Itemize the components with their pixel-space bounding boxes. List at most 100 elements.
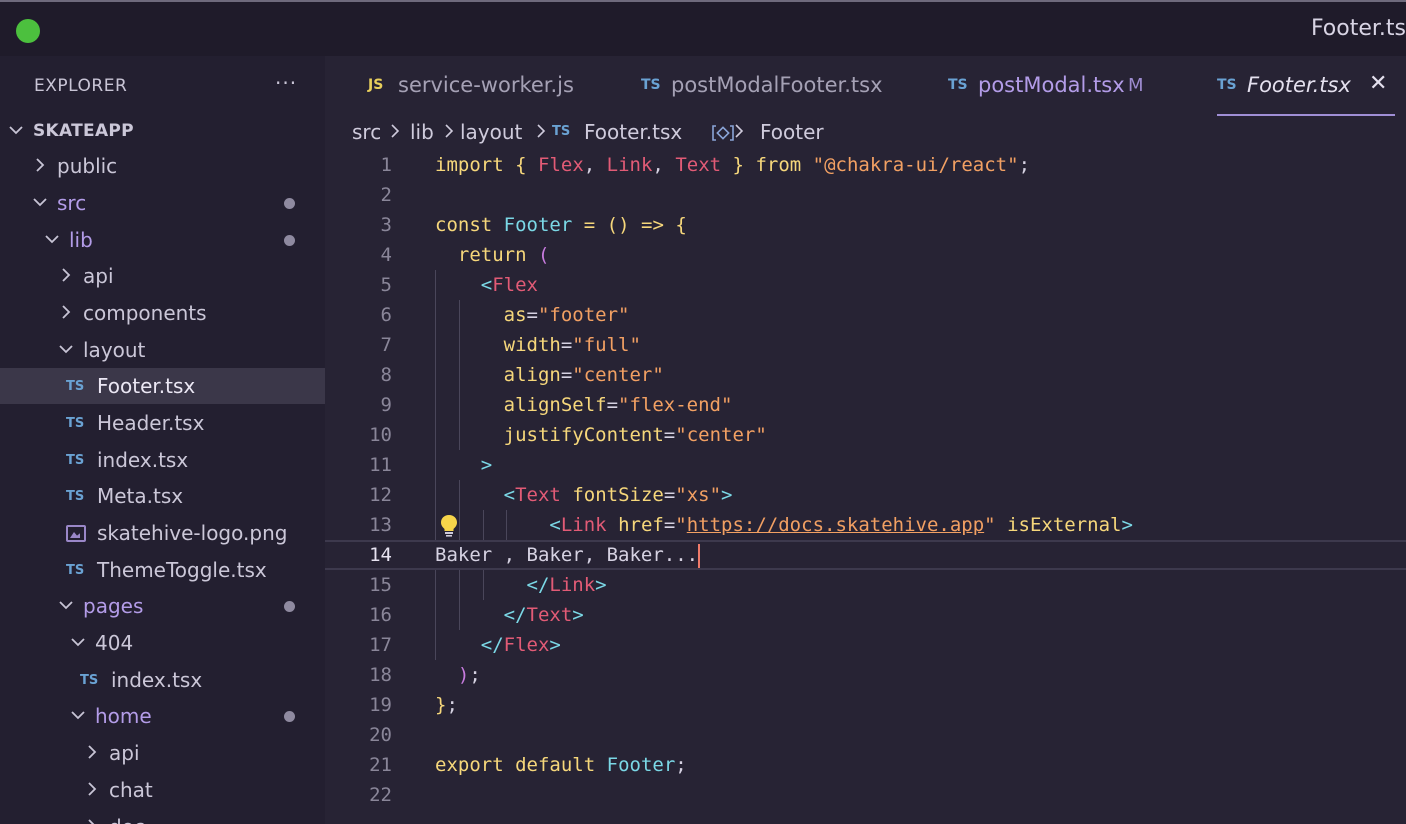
chevron-right-icon[interactable]: [84, 816, 100, 824]
modified-dot: [284, 235, 295, 246]
code-line[interactable]: 4 return (: [325, 240, 1406, 270]
code-line[interactable]: 21 export default Footer;: [325, 750, 1406, 780]
chevron-right-icon[interactable]: [84, 779, 100, 799]
tab-label: postModal.tsx: [978, 73, 1125, 97]
line-number: 12: [369, 484, 392, 506]
code-line[interactable]: 2: [325, 180, 1406, 210]
tree-item-api[interactable]: api: [0, 258, 325, 294]
tree-item-themetoggle-tsx[interactable]: TS ThemeToggle.tsx: [0, 552, 325, 588]
tree-item-index-tsx[interactable]: TS index.tsx: [0, 662, 325, 698]
tree-item-skateapp[interactable]: SKATEAPP: [0, 113, 325, 149]
code-line[interactable]: 19};: [325, 690, 1406, 720]
code-text: export default Footer;: [435, 754, 687, 776]
tree-item-label: Meta.tsx: [97, 484, 184, 508]
tree-item-meta-tsx[interactable]: TS Meta.tsx: [0, 478, 325, 514]
tree-item-home[interactable]: home: [0, 698, 325, 734]
window-zoom-button[interactable]: [16, 19, 40, 43]
close-icon[interactable]: ✕: [1369, 71, 1387, 96]
symbol-function-icon: [710, 123, 736, 148]
line-number: 13: [369, 514, 392, 536]
tab-footer-tsx[interactable]: TS Footer.tsx ✕: [1217, 56, 1395, 116]
tree-item-api[interactable]: api: [0, 735, 325, 771]
tree-item-label: 404: [95, 631, 134, 655]
breadcrumb-item[interactable]: Footer: [760, 120, 824, 144]
code-line[interactable]: 10 justifyContent="center": [325, 420, 1406, 450]
code-text: alignSelf="flex-end": [503, 394, 733, 416]
tab-postmodalfooter-tsx[interactable]: TS postModalFooter.tsx: [641, 56, 931, 116]
code-line[interactable]: 18 );: [325, 660, 1406, 690]
tree-item-label: SKATEAPP: [33, 121, 134, 141]
code-text: as="footer": [503, 304, 630, 326]
code-text: align="center": [503, 364, 664, 386]
tree-item-label: Footer.tsx: [97, 374, 196, 398]
tree-item-label: skatehive-logo.png: [97, 521, 288, 545]
chevron-down-icon[interactable]: [70, 632, 86, 652]
code-line[interactable]: 13 <Link href="https://docs.skatehive.ap…: [325, 510, 1406, 540]
code-line[interactable]: 5 <Flex: [325, 270, 1406, 300]
code-line[interactable]: 22: [325, 780, 1406, 810]
code-line[interactable]: 20: [325, 720, 1406, 750]
lightbulb-icon[interactable]: [439, 513, 459, 537]
tree-item-header-tsx[interactable]: TS Header.tsx: [0, 405, 325, 441]
code-line[interactable]: 8 align="center": [325, 360, 1406, 390]
code-line[interactable]: 12 <Text fontSize="xs">: [325, 480, 1406, 510]
code-line[interactable]: 16 </Text>: [325, 600, 1406, 630]
breadcrumb-item[interactable]: Footer.tsx: [584, 120, 682, 144]
code-text: <Text fontSize="xs">: [503, 484, 733, 506]
line-number: 22: [369, 784, 392, 806]
tree-item-404[interactable]: 404: [0, 625, 325, 661]
tree-item-src[interactable]: src: [0, 185, 325, 221]
line-number: 20: [369, 724, 392, 746]
chevron-down-icon[interactable]: [8, 120, 24, 140]
chevron-down-icon[interactable]: [32, 192, 48, 212]
tab-postmodal-tsx[interactable]: TS postModal.tsx M: [948, 56, 1198, 116]
tree-item-footer-tsx[interactable]: TS Footer.tsx: [0, 368, 325, 404]
code-line[interactable]: 7 width="full": [325, 330, 1406, 360]
tree-item-skatehive-logo-png[interactable]: skatehive-logo.png: [0, 515, 325, 551]
chevron-right-icon[interactable]: [32, 155, 48, 175]
code-line[interactable]: 17 </Flex>: [325, 630, 1406, 660]
tree-item-label: doc: [109, 815, 145, 824]
typescript-icon: TS: [66, 379, 85, 394]
code-line[interactable]: 9 alignSelf="flex-end": [325, 390, 1406, 420]
tab-service-worker-js[interactable]: JS service-worker.js: [368, 56, 618, 116]
chevron-right-icon[interactable]: [58, 265, 74, 285]
tree-item-components[interactable]: components: [0, 295, 325, 331]
code-editor[interactable]: 1 import { Flex, Link, Text } from "@chak…: [325, 150, 1406, 824]
text-cursor: [698, 543, 701, 568]
breadcrumb-item[interactable]: src: [352, 120, 381, 144]
code-line[interactable]: 11 >: [325, 450, 1406, 480]
code-line[interactable]: 15 </Link>: [325, 570, 1406, 600]
tree-item-doc[interactable]: doc: [0, 809, 325, 824]
tree-item-label: src: [57, 191, 87, 215]
modified-dot: [284, 711, 295, 722]
chevron-down-icon[interactable]: [58, 339, 74, 359]
chevron-down-icon[interactable]: [44, 229, 60, 249]
code-line[interactable]: 1 import { Flex, Link, Text } from "@chak…: [325, 150, 1406, 180]
chevron-down-icon[interactable]: [58, 595, 74, 615]
chevron-right-icon[interactable]: [84, 742, 100, 762]
code-line[interactable]: 14 Baker , Baker, Baker...: [325, 540, 1406, 570]
tree-item-pages[interactable]: pages: [0, 588, 325, 624]
tree-item-lib[interactable]: lib: [0, 222, 325, 258]
chevron-down-icon[interactable]: [70, 705, 86, 725]
breadcrumb-item[interactable]: layout: [460, 120, 522, 144]
code-line[interactable]: 3 const Footer = () => {: [325, 210, 1406, 240]
chevron-right-icon[interactable]: [58, 302, 74, 322]
tree-item-label: api: [83, 264, 114, 288]
more-actions-icon[interactable]: ···: [275, 71, 297, 95]
tree-item-label: ThemeToggle.tsx: [97, 558, 267, 582]
tree-item-public[interactable]: public: [0, 148, 325, 184]
tree-item-layout[interactable]: layout: [0, 332, 325, 368]
tree-item-chat[interactable]: chat: [0, 772, 325, 808]
tree-item-label: components: [83, 301, 207, 325]
line-number: 21: [369, 754, 392, 776]
line-number: 8: [380, 364, 392, 386]
tree-item-index-tsx[interactable]: TS index.tsx: [0, 442, 325, 478]
code-line[interactable]: 6 as="footer": [325, 300, 1406, 330]
tab-label: service-worker.js: [398, 73, 574, 97]
explorer-title: EXPLORER: [34, 76, 128, 96]
line-number: 7: [380, 334, 392, 356]
tab-label: Footer.tsx: [1247, 73, 1351, 97]
breadcrumb-item[interactable]: lib: [410, 120, 434, 144]
